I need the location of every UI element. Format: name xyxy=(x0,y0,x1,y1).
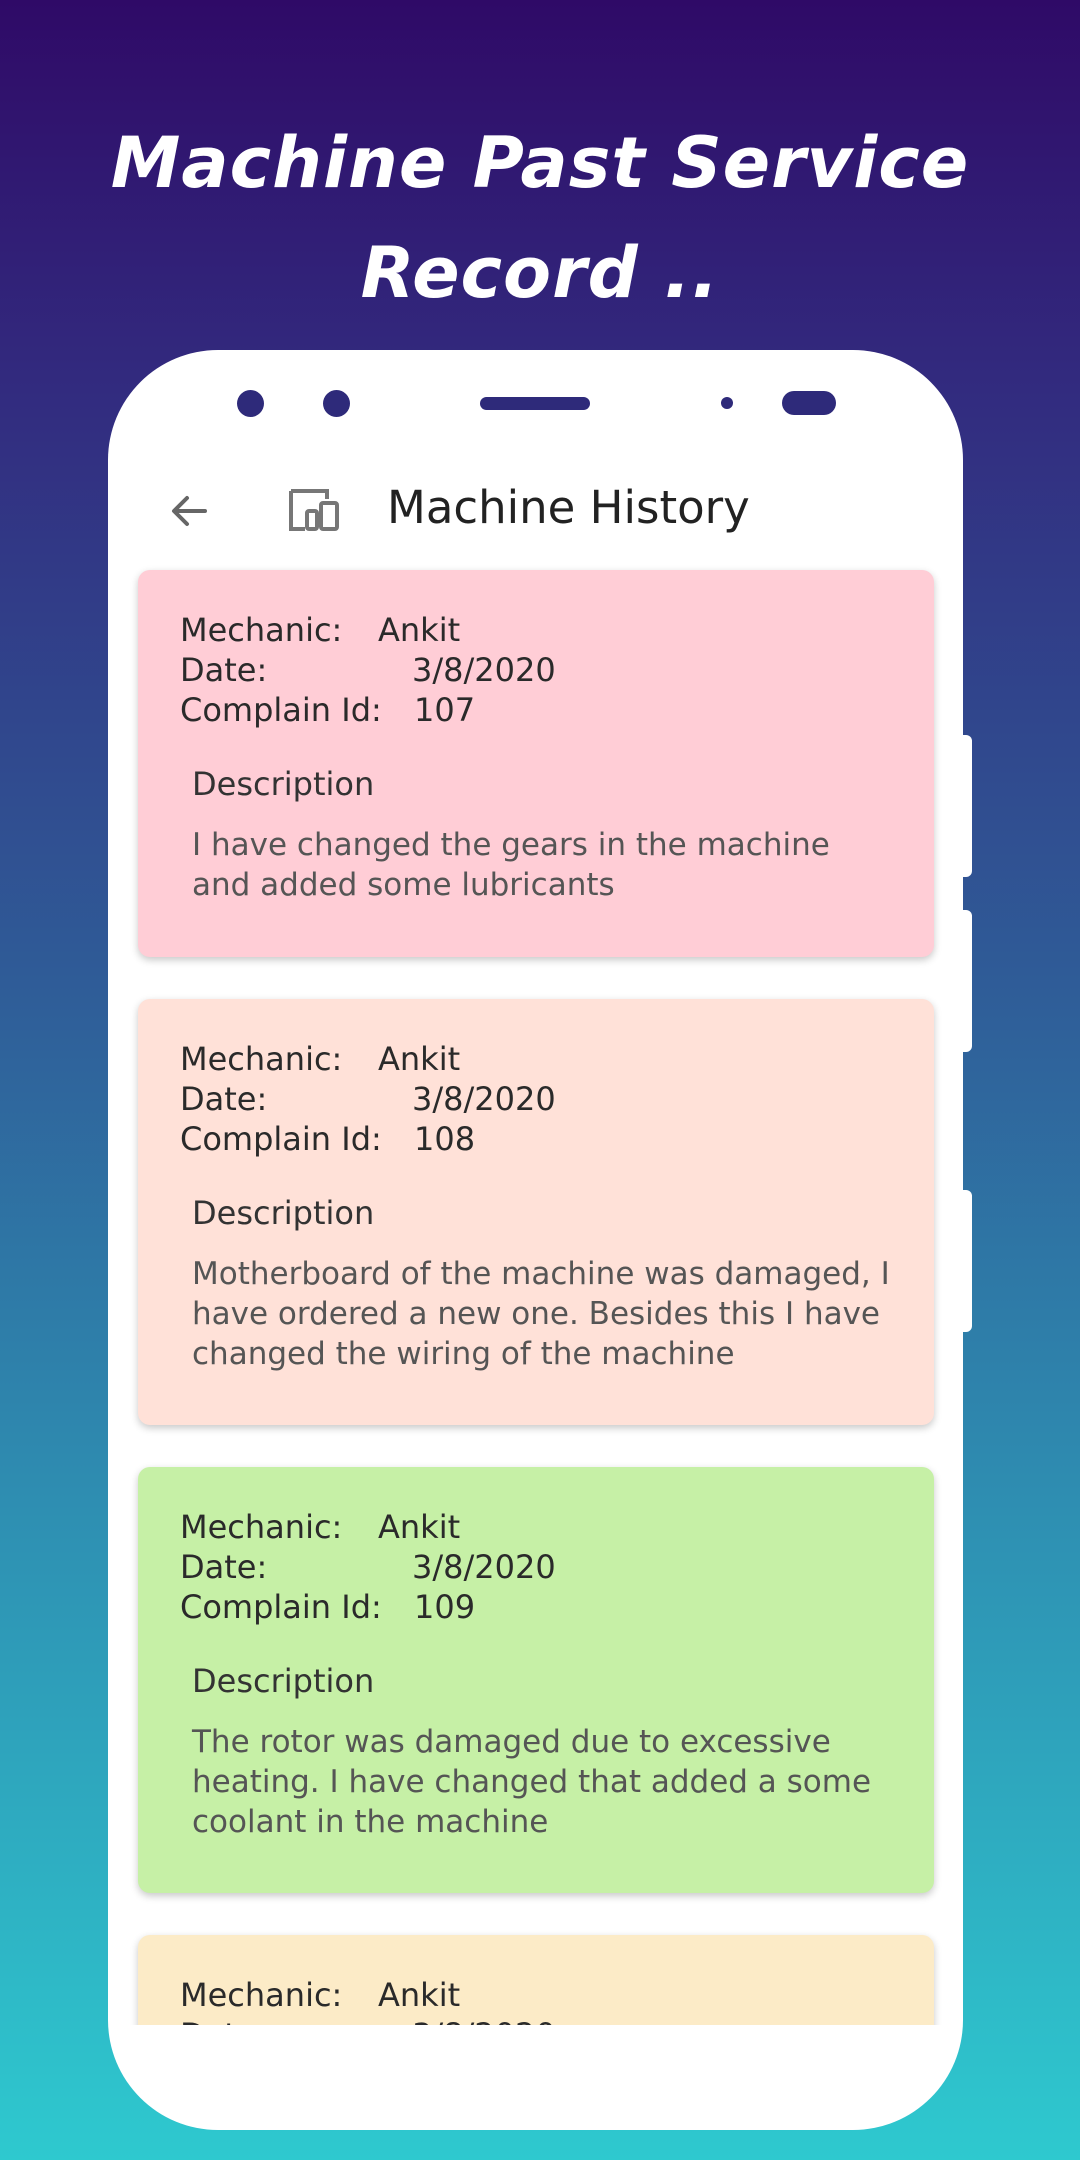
description-label: Description xyxy=(192,765,375,803)
mechanic-value: Ankit xyxy=(378,1976,461,2014)
mechanic-row: Mechanic: Ankit xyxy=(180,610,460,650)
date-value: 3/8/2020 xyxy=(412,2015,556,2025)
arrow-left-icon[interactable] xyxy=(165,487,213,535)
devices-icon xyxy=(289,489,339,531)
description-text: Motherboard of the machine was damaged, … xyxy=(192,1256,890,1372)
complain-id-value: 107 xyxy=(414,691,476,729)
date-row: Date: 3/8/2020 xyxy=(180,1079,556,1119)
service-record-card[interactable]: Mechanic: Ankit Date: 3/8/2020 Complain … xyxy=(138,1467,934,1893)
date-label: Date: xyxy=(180,1080,268,1118)
app-screen: Machine History Mechanic: Ankit Date: 3/… xyxy=(125,455,947,2025)
sensor-dot-icon xyxy=(721,397,733,409)
camera-dot-icon xyxy=(237,390,264,417)
mechanic-row: Mechanic: Ankit xyxy=(180,1975,460,2015)
description-label: Description xyxy=(192,1662,375,1700)
mechanic-label: Mechanic: xyxy=(180,1508,343,1546)
date-label: Date: xyxy=(180,2015,267,2025)
page-title: Machine History xyxy=(387,481,750,534)
headline: Machine Past Service Record .. xyxy=(0,108,1080,328)
phone-side-button xyxy=(962,910,972,1052)
service-record-card[interactable]: Mechanic: Ankit Date: 3/8/2020 Complain … xyxy=(138,570,934,957)
mechanic-value: Ankit xyxy=(378,611,461,649)
mechanic-value: Ankit xyxy=(378,1508,461,1546)
complain-id-row: Complain Id: 108 xyxy=(180,1119,475,1159)
service-record-card[interactable]: Mechanic: Ankit Date: 3/8/2020 xyxy=(138,1935,934,2025)
headline-line-1: Machine Past Service xyxy=(110,122,970,204)
complain-id-value: 109 xyxy=(414,1588,476,1626)
date-value: 3/8/2020 xyxy=(412,1080,556,1118)
mechanic-value: Ankit xyxy=(378,1040,461,1078)
service-record-card[interactable]: Mechanic: Ankit Date: 3/8/2020 Complain … xyxy=(138,999,934,1425)
mechanic-row: Mechanic: Ankit xyxy=(180,1039,460,1079)
phone-side-button xyxy=(962,1190,972,1332)
date-row: Date: 3/8/2020 xyxy=(180,650,556,690)
date-row: Date: 3/8/2020 xyxy=(180,2015,556,2025)
service-record-list: Mechanic: Ankit Date: 3/8/2020 Complain … xyxy=(138,570,934,2025)
complain-id-value: 108 xyxy=(414,1120,476,1158)
date-value: 3/8/2020 xyxy=(412,651,556,689)
complain-id-label: Complain Id: xyxy=(180,691,382,729)
description-text: I have changed the gears in the machine … xyxy=(192,827,830,903)
sensor-pill-icon xyxy=(782,391,836,415)
app-bar: Machine History xyxy=(125,455,947,567)
complain-id-label: Complain Id: xyxy=(180,1588,382,1626)
mechanic-label: Mechanic: xyxy=(180,1976,343,2014)
speaker-grille xyxy=(480,397,590,410)
headline-line-2: Record .. xyxy=(360,232,720,314)
description-text: The rotor was damaged due to excessive h… xyxy=(192,1724,872,1840)
description-label: Description xyxy=(192,1194,375,1232)
mechanic-label: Mechanic: xyxy=(180,611,343,649)
phone-side-button xyxy=(962,735,972,877)
mechanic-row: Mechanic: Ankit xyxy=(180,1507,460,1547)
date-row: Date: 3/8/2020 xyxy=(180,1547,556,1587)
date-label: Date: xyxy=(180,1548,268,1586)
complain-id-label: Complain Id: xyxy=(180,1120,382,1158)
complain-id-row: Complain Id: 107 xyxy=(180,690,475,730)
date-label: Date: xyxy=(180,651,268,689)
mechanic-label: Mechanic: xyxy=(180,1040,343,1078)
complain-id-row: Complain Id: 109 xyxy=(180,1587,475,1627)
camera-dot-icon xyxy=(323,390,350,417)
date-value: 3/8/2020 xyxy=(412,1548,556,1586)
